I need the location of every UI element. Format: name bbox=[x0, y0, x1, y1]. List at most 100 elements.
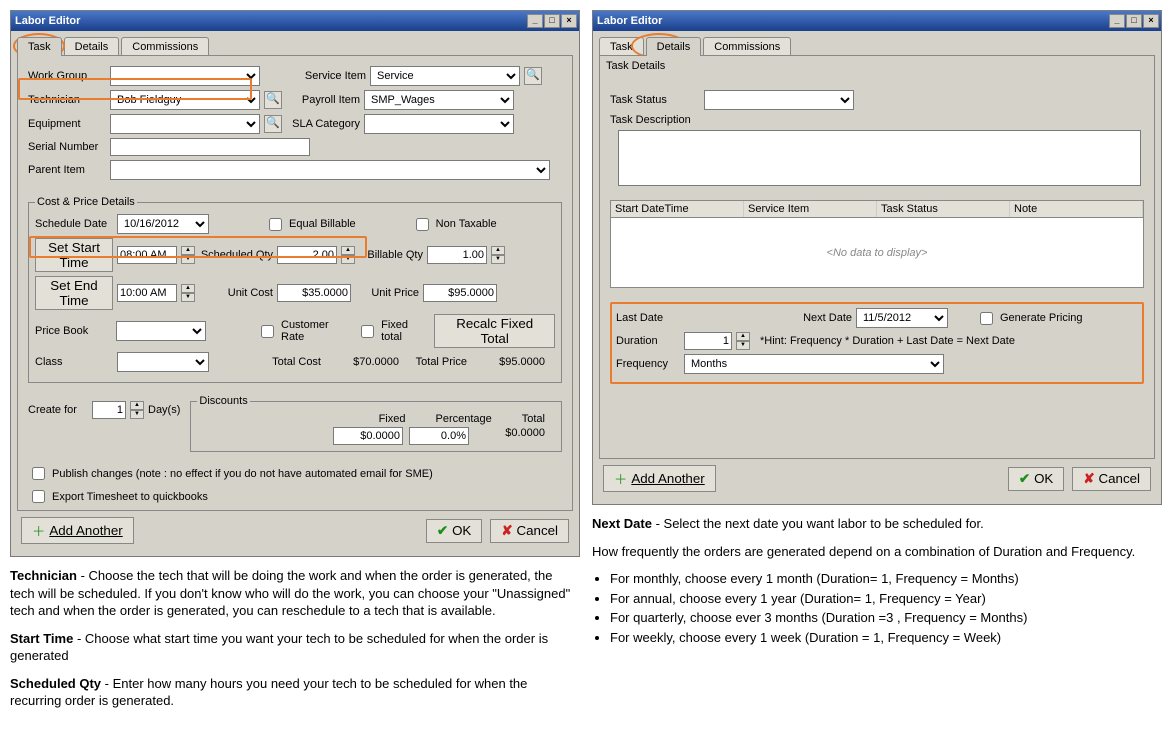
duration-input[interactable] bbox=[684, 332, 732, 350]
label-sla-category: SLA Category bbox=[286, 118, 360, 130]
tab-commissions[interactable]: Commissions bbox=[121, 37, 209, 56]
total-cost-value: $70.0000 bbox=[325, 356, 399, 368]
maximize-button[interactable]: □ bbox=[1126, 14, 1142, 28]
label-total: Total bbox=[522, 413, 545, 425]
grid-col-service: Service Item bbox=[744, 201, 877, 217]
desc-next-title: Next Date bbox=[592, 516, 652, 531]
duration-spinner[interactable]: ▲▼ bbox=[736, 332, 750, 350]
window-title: Labor Editor bbox=[15, 15, 527, 27]
class-select[interactable] bbox=[117, 352, 209, 372]
scheduled-qty-spinner[interactable]: ▲▼ bbox=[341, 246, 355, 264]
payroll-item-select[interactable]: SMP_Wages bbox=[364, 90, 514, 110]
grid-col-status: Task Status bbox=[877, 201, 1010, 217]
discount-fixed-input[interactable] bbox=[333, 427, 403, 445]
label-price-book: Price Book bbox=[35, 325, 112, 337]
total-price-value: $95.0000 bbox=[471, 356, 545, 368]
add-another-button[interactable]: ＋Add Another bbox=[21, 517, 134, 544]
recalc-fixed-button[interactable]: Recalc Fixed Total bbox=[434, 314, 555, 348]
desc-start-title: Start Time bbox=[10, 631, 73, 646]
create-for-spinner[interactable]: ▲▼ bbox=[130, 401, 144, 419]
minimize-button[interactable]: _ bbox=[527, 14, 543, 28]
export-check[interactable]: Export Timesheet to quickbooks bbox=[28, 487, 562, 506]
scheduled-qty-input[interactable] bbox=[277, 246, 337, 264]
task-status-select[interactable] bbox=[704, 90, 854, 110]
parent-item-select[interactable] bbox=[110, 160, 550, 180]
desc-tech-title: Technician bbox=[10, 568, 77, 583]
label-next-date: Next Date bbox=[788, 312, 852, 324]
maximize-button[interactable]: □ bbox=[544, 14, 560, 28]
discount-pct-input[interactable] bbox=[409, 427, 469, 445]
label-equipment: Equipment bbox=[28, 118, 106, 130]
add-another-button[interactable]: ＋Add Another bbox=[603, 465, 716, 492]
cost-price-legend: Cost & Price Details bbox=[35, 196, 137, 208]
start-time-input[interactable] bbox=[117, 246, 177, 264]
grid-col-note: Note bbox=[1010, 201, 1143, 217]
label-technician: Technician bbox=[28, 94, 106, 106]
tab-details[interactable]: Details bbox=[646, 37, 702, 56]
unit-price-input[interactable] bbox=[423, 284, 497, 302]
billable-qty-spinner[interactable]: ▲▼ bbox=[491, 246, 505, 264]
tab-commissions[interactable]: Commissions bbox=[703, 37, 791, 56]
unit-cost-input[interactable] bbox=[277, 284, 351, 302]
fixed-total-check[interactable]: Fixed total bbox=[357, 319, 430, 343]
equipment-select[interactable] bbox=[110, 114, 260, 134]
label-task-description: Task Description bbox=[610, 114, 700, 126]
cancel-button[interactable]: ✘Cancel bbox=[1072, 467, 1151, 491]
billable-qty-input[interactable] bbox=[427, 246, 487, 264]
serial-number-input[interactable] bbox=[110, 138, 310, 156]
end-time-spinner[interactable]: ▲▼ bbox=[181, 284, 195, 302]
cost-price-fieldset: Cost & Price Details Schedule Date 10/16… bbox=[28, 196, 562, 383]
label-frequency: Frequency bbox=[616, 358, 680, 370]
tab-task[interactable]: Task bbox=[599, 37, 644, 56]
label-last-date: Last Date bbox=[616, 312, 680, 324]
label-payroll-item: Payroll Item bbox=[286, 94, 360, 106]
tab-details[interactable]: Details bbox=[64, 37, 120, 56]
label-parent-item: Parent Item bbox=[28, 164, 106, 176]
next-date-select[interactable]: 11/5/2012 bbox=[856, 308, 948, 328]
task-description-text[interactable] bbox=[618, 130, 1141, 186]
label-days: Day(s) bbox=[148, 404, 180, 416]
label-service-item: Service Item bbox=[288, 70, 366, 82]
generate-pricing-check[interactable]: Generate Pricing bbox=[976, 309, 1083, 328]
set-end-time-button[interactable]: Set End Time bbox=[35, 276, 113, 310]
ok-button[interactable]: ✔OK bbox=[1008, 467, 1064, 491]
create-for-input[interactable] bbox=[92, 401, 126, 419]
publish-check[interactable]: Publish changes (note : no effect if you… bbox=[28, 464, 562, 483]
end-time-input[interactable] bbox=[117, 284, 177, 302]
label-percentage: Percentage bbox=[435, 413, 491, 425]
window-title: Labor Editor bbox=[597, 15, 1109, 27]
desc-tech-text: - Choose the tech that will be doing the… bbox=[10, 568, 570, 618]
no-data-text: <No data to display> bbox=[827, 247, 928, 259]
ok-button[interactable]: ✔OK bbox=[426, 519, 482, 543]
label-class: Class bbox=[35, 356, 113, 368]
task-grid-body: <No data to display> bbox=[610, 218, 1144, 288]
close-button[interactable]: × bbox=[1143, 14, 1159, 28]
sla-category-select[interactable] bbox=[364, 114, 514, 134]
cancel-button[interactable]: ✘Cancel bbox=[490, 519, 569, 543]
label-unit-price: Unit Price bbox=[355, 287, 419, 299]
work-group-select[interactable] bbox=[110, 66, 260, 86]
service-item-select[interactable]: Service bbox=[370, 66, 520, 86]
non-taxable-check[interactable]: Non Taxable bbox=[412, 215, 497, 234]
frequency-select[interactable]: Months bbox=[684, 354, 944, 374]
schedule-date-select[interactable]: 10/16/2012 bbox=[117, 214, 209, 234]
label-billable-qty: Billable Qty bbox=[359, 249, 423, 261]
minimize-button[interactable]: _ bbox=[1109, 14, 1125, 28]
price-book-select[interactable] bbox=[116, 321, 206, 341]
label-schedule-date: Schedule Date bbox=[35, 218, 113, 230]
titlebar: Labor Editor _ □ × bbox=[11, 11, 579, 31]
tab-task[interactable]: Task bbox=[17, 37, 62, 56]
customer-rate-check[interactable]: Customer Rate bbox=[257, 319, 353, 343]
search-icon[interactable]: 🔍 bbox=[264, 115, 282, 133]
label-create-for: Create for bbox=[28, 404, 88, 416]
label-task-status: Task Status bbox=[610, 94, 700, 106]
equal-billable-check[interactable]: Equal Billable bbox=[265, 215, 356, 234]
search-icon[interactable]: 🔍 bbox=[524, 67, 542, 85]
set-start-time-button[interactable]: Set Start Time bbox=[35, 238, 113, 272]
search-icon[interactable]: 🔍 bbox=[264, 91, 282, 109]
technician-select[interactable]: Bob Fieldguy bbox=[110, 90, 260, 110]
desc-qty-title: Scheduled Qty bbox=[10, 676, 101, 691]
labor-editor-window-left: Labor Editor _ □ × Task Details Commissi… bbox=[10, 10, 580, 557]
close-button[interactable]: × bbox=[561, 14, 577, 28]
start-time-spinner[interactable]: ▲▼ bbox=[181, 246, 195, 264]
